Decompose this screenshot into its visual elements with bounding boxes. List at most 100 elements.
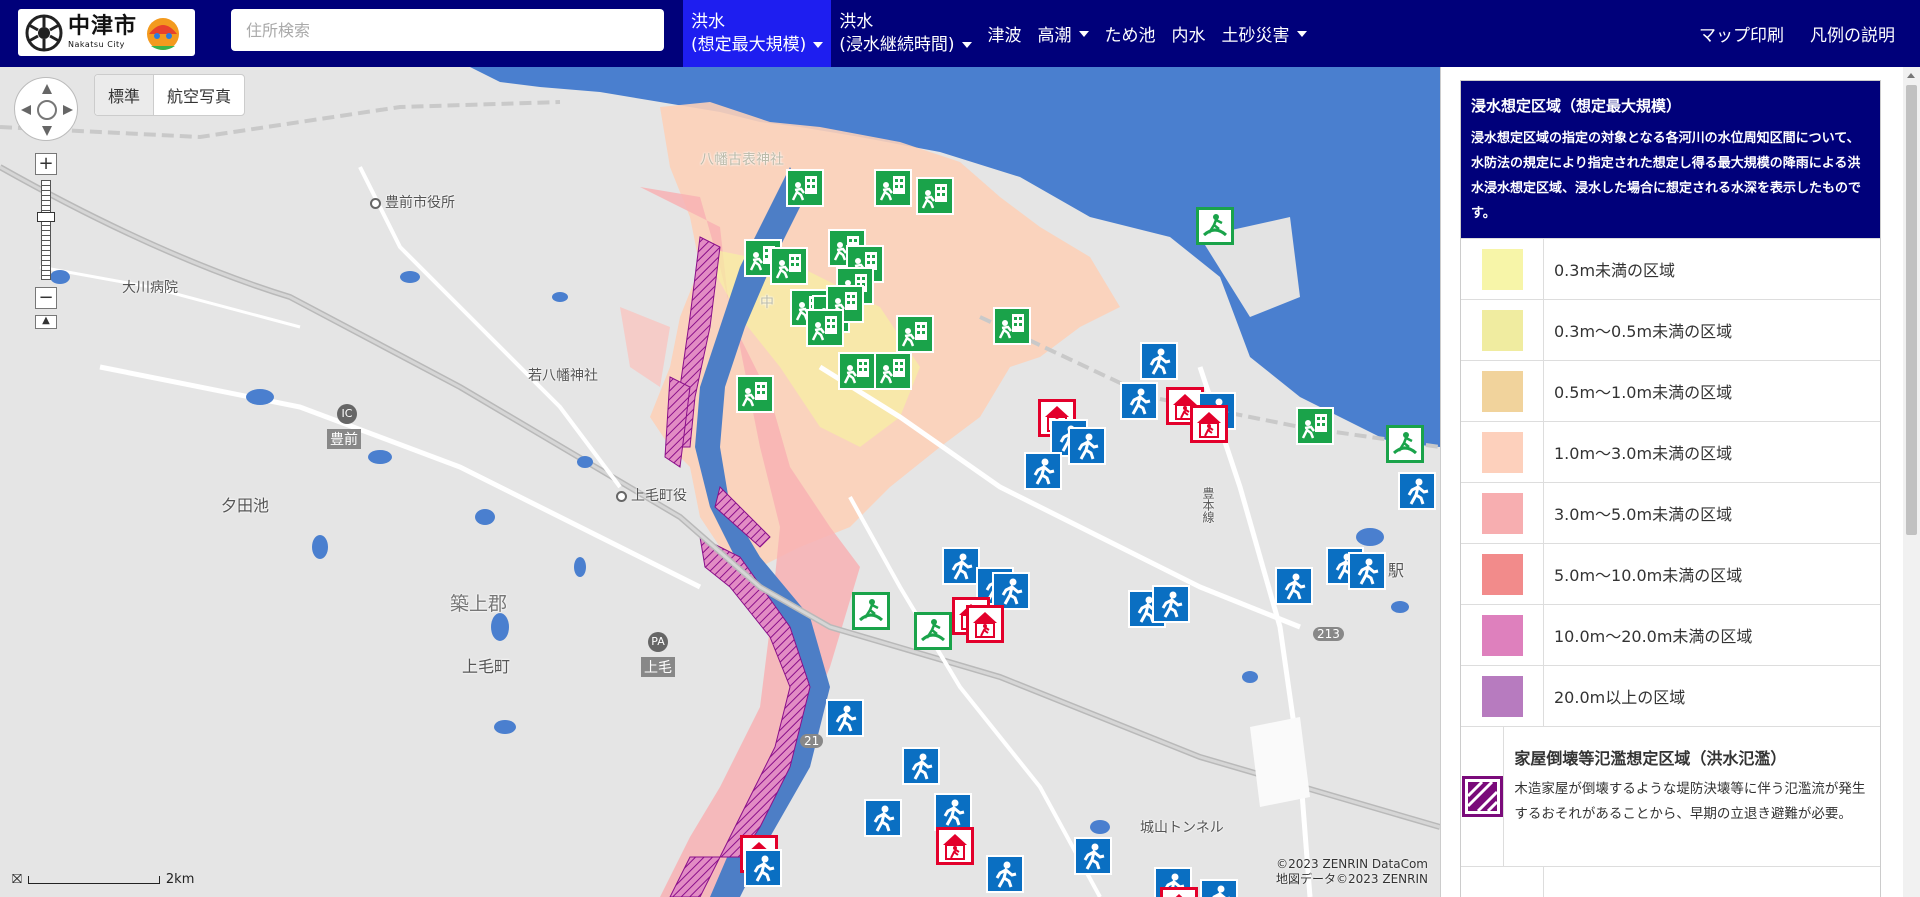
tsunami-evacuation-icon[interactable]	[1386, 425, 1424, 463]
nav-storm-surge-label: 高潮	[1037, 26, 1072, 46]
print-map-link[interactable]: マップ印刷	[1686, 21, 1797, 46]
nav-flood-duration[interactable]: 洪水 (浸水継続時間)	[831, 0, 979, 67]
nav-tsunami[interactable]: 津波	[980, 0, 1030, 67]
zoom-out-button[interactable]: −	[35, 287, 57, 309]
evacuation-site-icon[interactable]	[826, 699, 864, 737]
logo-name: 中津市	[68, 14, 138, 39]
nav-flood-max[interactable]: 洪水 (想定最大規模)	[683, 0, 832, 67]
tsunami-evacuation-icon[interactable]	[1196, 207, 1234, 245]
nav-inland-water[interactable]: 内水	[1164, 0, 1214, 67]
evacuation-building-icon[interactable]	[993, 307, 1031, 345]
evacuation-building-icon[interactable]	[770, 247, 808, 285]
pan-compass[interactable]	[14, 77, 78, 141]
chevron-down-icon	[813, 41, 824, 48]
zoom-slider-track[interactable]	[41, 180, 51, 280]
legend-title: 浸水想定区域（想定最大規模）	[1471, 97, 1682, 115]
legend-row-label: 5.0m～10.0m未満の区域	[1554, 566, 1743, 585]
evacuation-site-icon[interactable]	[902, 747, 940, 785]
header-bar: 中津市 Nakatsu City 洪水 (想定最大規模) 洪水 (浸水継続時間)…	[0, 0, 1920, 67]
label-wakahachiman-shrine: 若八幡神社	[528, 368, 598, 384]
legend-swatch-cell	[1461, 605, 1544, 665]
evacuation-site-icon[interactable]	[1074, 837, 1112, 875]
legend-swatch-cell	[1461, 666, 1544, 726]
evacuation-building-icon[interactable]	[806, 309, 844, 347]
shelter-icon[interactable]	[966, 605, 1004, 643]
collapse-zone-text: 家屋倒壊等氾濫想定区域（洪水氾濫） 木造家屋が倒壊するような堤防決壊等に伴う氾濫…	[1504, 727, 1880, 866]
nav-inland-water-label: 内水	[1171, 26, 1206, 46]
evacuation-site-icon[interactable]	[744, 849, 782, 887]
legend-row-label: 0.5m～1.0m未満の区域	[1554, 383, 1733, 402]
scroll-up-icon[interactable]	[1907, 73, 1915, 78]
scrollbar-thumb[interactable]	[1906, 85, 1917, 535]
chevron-down-icon	[961, 41, 972, 48]
nav-reservoir[interactable]: ため池	[1097, 0, 1164, 67]
tab-standard-map[interactable]: 標準	[95, 75, 155, 115]
legend-help-link[interactable]: 凡例の説明	[1797, 21, 1908, 46]
evacuation-site-icon[interactable]	[986, 855, 1024, 893]
nav-tsunami-label: 津波	[987, 26, 1022, 46]
legend-swatch-cell	[1461, 300, 1544, 360]
legend-panel: 浸水想定区域（想定最大規模） 浸水想定区域の指定の対象となる各河川の水位周知区間…	[1440, 67, 1920, 897]
zoom-reset-button[interactable]: ▲	[35, 315, 57, 329]
nav-flood-max-line2: (想定最大規模)	[691, 34, 807, 55]
tab-aerial-photo[interactable]: 航空写真	[154, 75, 244, 115]
address-search-input[interactable]	[231, 9, 664, 51]
shelter-icon[interactable]	[1160, 887, 1198, 897]
evacuation-building-icon[interactable]	[838, 352, 876, 390]
evacuation-site-icon[interactable]	[1348, 552, 1386, 590]
label-ic-marker: IC	[337, 404, 357, 424]
label-buzen-ic: 豊前	[327, 429, 361, 449]
label-naka: 中	[760, 295, 774, 311]
shelter-icon[interactable]	[1190, 405, 1228, 443]
legend-row: 3.0m～5.0m未満の区域	[1461, 482, 1880, 543]
evacuation-site-icon[interactable]	[1275, 567, 1313, 605]
depth-swatch	[1481, 675, 1523, 717]
evacuation-site-icon[interactable]	[1068, 427, 1106, 465]
depth-swatch	[1481, 248, 1523, 290]
zoom-slider-handle[interactable]	[37, 212, 55, 222]
evacuation-site-icon[interactable]	[942, 547, 980, 585]
mascot-logo-icon	[147, 17, 180, 50]
legend-row-collapse-zone: 家屋倒壊等氾濫想定区域（洪水氾濫） 木造家屋が倒壊するような堤防決壊等に伴う氾濫…	[1461, 726, 1880, 866]
evacuation-building-icon[interactable]	[916, 177, 954, 215]
evacuation-site-icon[interactable]	[864, 799, 902, 837]
evacuation-building-icon[interactable]	[874, 352, 912, 390]
zoom-in-button[interactable]: +	[35, 153, 57, 175]
shelter-icon[interactable]	[936, 827, 974, 865]
evacuation-site-icon[interactable]	[1200, 879, 1238, 897]
hazard-nav: 洪水 (想定最大規模) 洪水 (浸水継続時間) 津波 高潮 ため池 内水 土砂災…	[683, 0, 1315, 67]
legend-row: 1.0m～3.0m未満の区域	[1461, 421, 1880, 482]
legend-row: 20.0m以上の区域	[1461, 665, 1880, 726]
evacuation-site-icon[interactable]	[1024, 452, 1062, 490]
depth-swatch	[1481, 431, 1523, 473]
evacuation-site-icon[interactable]	[1152, 585, 1190, 623]
evacuation-building-icon[interactable]	[896, 315, 934, 353]
evacuation-building-icon[interactable]	[786, 169, 824, 207]
depth-swatch	[1481, 614, 1523, 656]
evacuation-site-icon[interactable]	[934, 793, 972, 831]
map-canvas[interactable]: 豊前市役所 大川病院 若八幡神社 IC 豊前 夕田池 上毛町役 築上郡 PA 上…	[0, 67, 1440, 897]
evacuation-building-icon[interactable]	[736, 375, 774, 413]
evacuation-site-icon[interactable]	[1398, 472, 1436, 510]
legend-row-label: 1.0m～3.0m未満の区域	[1554, 444, 1733, 463]
legend-swatch-cell	[1461, 727, 1505, 866]
depth-swatch	[1481, 370, 1523, 412]
nav-landslide[interactable]: 土砂災害	[1214, 0, 1315, 67]
depth-swatch	[1481, 553, 1523, 595]
legend-scrollbar[interactable]	[1903, 67, 1920, 897]
evacuation-site-icon[interactable]	[1120, 382, 1158, 420]
legend-swatch-cell	[1461, 483, 1544, 543]
city-logo[interactable]: 中津市 Nakatsu City	[18, 9, 195, 56]
tsunami-evacuation-icon[interactable]	[914, 612, 952, 650]
tsunami-evacuation-icon[interactable]	[852, 592, 890, 630]
depth-swatch	[1481, 492, 1523, 534]
scale-bar	[27, 876, 160, 884]
nav-landslide-label: 土砂災害	[1221, 26, 1290, 46]
evacuation-site-icon[interactable]	[1140, 342, 1178, 380]
label-pa-marker: PA	[648, 632, 668, 652]
nav-storm-surge[interactable]: 高潮	[1030, 0, 1097, 67]
logo-subtitle: Nakatsu City	[68, 40, 125, 49]
evacuation-building-icon[interactable]	[874, 169, 912, 207]
evacuation-building-icon[interactable]	[1296, 407, 1334, 445]
collapse-zone-description: 木造家屋が倒壊するような堤防決壊等に伴う氾濫流が発生するおそれがあることから、早…	[1514, 781, 1866, 822]
